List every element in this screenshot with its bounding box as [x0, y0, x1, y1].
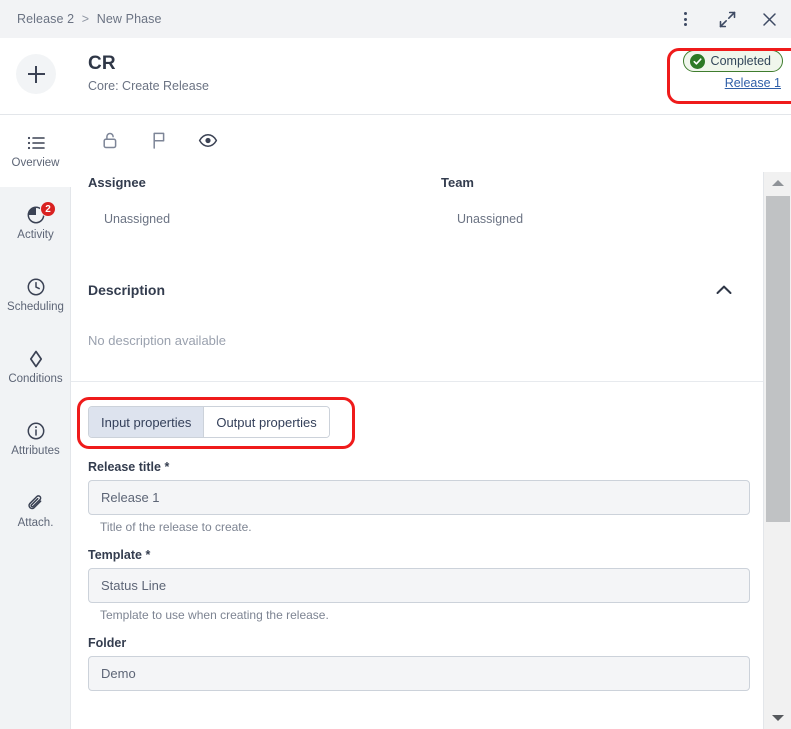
window-title-bar: Release 2 > New Phase	[0, 0, 791, 38]
field-hint: Title of the release to create.	[100, 520, 252, 534]
field-label: Release title *	[88, 460, 750, 474]
window-actions	[675, 0, 779, 38]
folder-input[interactable]: Demo	[88, 656, 750, 691]
field-value: Release 1	[101, 490, 160, 505]
clock-icon	[25, 276, 47, 298]
sidebar-item-label: Scheduling	[7, 301, 64, 314]
sidebar-item-label: Attributes	[11, 445, 60, 458]
check-circle-icon	[689, 53, 705, 69]
input-properties-form: Release title * Release 1 Title of the r…	[88, 460, 750, 705]
properties-tabs: Input properties Output properties	[88, 406, 330, 438]
info-icon	[25, 420, 47, 442]
diamond-icon	[25, 348, 47, 370]
release-title-input[interactable]: Release 1	[88, 480, 750, 515]
list-icon	[25, 132, 47, 154]
close-icon[interactable]	[759, 9, 779, 29]
template-input[interactable]: Status Line	[88, 568, 750, 603]
expand-icon[interactable]	[717, 9, 737, 29]
team-block: Team Unassigned	[441, 175, 523, 226]
page-title: CR	[88, 53, 116, 74]
tab-output-properties[interactable]: Output properties	[203, 407, 329, 437]
sidebar-item-label: Attach.	[17, 517, 54, 530]
breadcrumb-separator: >	[81, 12, 90, 26]
sidebar-item-label: Conditions	[8, 373, 63, 386]
assignee-block: Assignee Unassigned	[88, 175, 441, 226]
field-folder: Folder Demo	[88, 636, 750, 691]
field-label: Folder	[88, 636, 750, 650]
team-value[interactable]: Unassigned	[457, 212, 523, 226]
sidebar-item-attachments[interactable]: Attach.	[0, 475, 71, 547]
required-marker: *	[164, 460, 170, 474]
sidebar-item-scheduling[interactable]: Scheduling	[0, 259, 71, 331]
field-value: Demo	[101, 666, 136, 681]
release-link[interactable]: Release 1	[725, 76, 781, 90]
status-badge-label: Completed	[710, 54, 771, 68]
task-toolbar	[99, 129, 219, 151]
content-scrollbar[interactable]	[763, 172, 791, 729]
overview-pane: Assignee Unassigned Team Unassigned Desc…	[71, 115, 763, 729]
scrollbar-thumb[interactable]	[766, 196, 790, 522]
sidebar: Overview 2 Activity Scheduling Condition…	[0, 115, 71, 729]
sidebar-item-attributes[interactable]: Attributes	[0, 403, 71, 475]
sidebar-item-activity[interactable]: 2 Activity	[0, 187, 71, 259]
sidebar-item-label: Overview	[11, 157, 60, 170]
description-label: Description	[88, 282, 166, 298]
task-detail-panel: Release 2 > New Phase CR Core: Create Re…	[0, 0, 791, 729]
lock-open-icon[interactable]	[99, 129, 121, 151]
sidebar-item-label: Activity	[17, 229, 54, 242]
assignee-label: Assignee	[88, 175, 146, 190]
assignee-value[interactable]: Unassigned	[104, 212, 441, 226]
field-label-text: Template	[88, 548, 142, 562]
sidebar-item-conditions[interactable]: Conditions	[0, 331, 71, 403]
tab-input-properties[interactable]: Input properties	[89, 407, 204, 437]
section-divider	[71, 381, 763, 382]
required-marker: *	[145, 548, 151, 562]
field-hint: Template to use when creating the releas…	[100, 608, 329, 622]
field-release-title: Release title * Release 1 Title of the r…	[88, 460, 750, 534]
field-template: Template * Status Line Template to use w…	[88, 548, 750, 622]
field-label-text: Folder	[88, 636, 127, 650]
status-area: Completed Release 1	[682, 50, 783, 90]
plus-icon	[27, 65, 45, 83]
more-options-icon[interactable]	[675, 9, 695, 29]
add-task-button[interactable]	[16, 54, 56, 94]
sidebar-item-overview[interactable]: Overview	[0, 115, 71, 187]
description-body: No description available	[88, 333, 227, 348]
scroll-down-arrow-icon[interactable]	[764, 707, 791, 729]
task-type-subtitle: Core: Create Release	[88, 79, 209, 93]
paperclip-icon	[25, 492, 47, 514]
field-label: Template *	[88, 548, 750, 562]
assignee-team-row: Assignee Unassigned Team Unassigned	[88, 175, 748, 226]
field-label-text: Release title	[88, 460, 161, 474]
field-value: Status Line	[101, 578, 167, 593]
breadcrumb-parent[interactable]: Release 2	[17, 12, 74, 26]
task-header	[0, 38, 791, 115]
activity-count-badge: 2	[40, 201, 56, 217]
eye-icon[interactable]	[197, 129, 219, 151]
breadcrumb-current: New Phase	[96, 12, 162, 26]
team-label: Team	[441, 175, 474, 190]
status-badge[interactable]: Completed	[682, 50, 783, 72]
scroll-up-arrow-icon[interactable]	[764, 172, 791, 194]
chevron-up-icon[interactable]	[713, 279, 735, 301]
flag-icon[interactable]	[148, 129, 170, 151]
breadcrumb: Release 2 > New Phase	[17, 12, 162, 26]
